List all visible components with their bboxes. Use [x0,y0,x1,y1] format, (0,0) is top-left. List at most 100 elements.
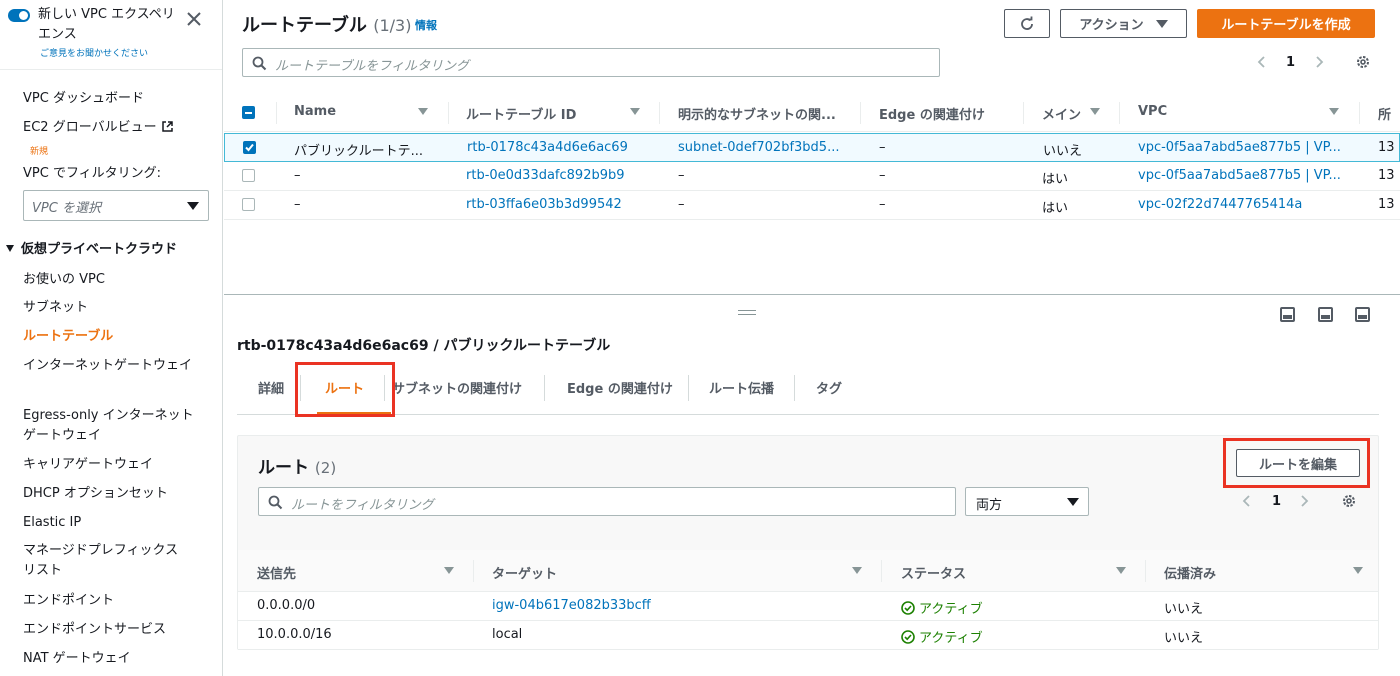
cell-route-table-id[interactable]: rtb-0178c43a4d6e6ac69 [467,140,628,155]
chevron-right-icon[interactable] [1312,55,1326,69]
row-checkbox[interactable] [242,169,255,182]
status-text: アクティブ [919,631,983,646]
column-header-vpc[interactable]: VPC [1138,104,1167,119]
settings-gear-icon[interactable] [1355,54,1371,70]
column-header-route-table-id[interactable]: ルートテーブル ID [466,104,576,123]
cell-vpc[interactable]: vpc-0f5aa7abd5ae877b5 | VP... [1138,168,1341,183]
select-all-checkbox[interactable] [242,106,255,119]
tab-route-propagation[interactable]: ルート伝播 [709,378,774,397]
direction-select[interactable]: 両方 [965,487,1089,516]
row-checkbox[interactable] [242,198,255,211]
info-link[interactable]: 情報 [415,17,437,33]
close-icon[interactable] [185,10,203,28]
column-header-destination[interactable]: 送信先 [257,563,296,582]
table-row[interactable]: – rtb-03ffa6e03b3d99542 – – はい vpc-02f22… [224,191,1400,220]
table-row[interactable]: パブリックルートテ... rtb-0178c43a4d6e6ac69 subne… [224,133,1400,162]
chevron-right-icon[interactable] [1297,494,1311,508]
section-virtual-private-cloud[interactable]: 仮想プライベートクラウド [6,240,177,260]
sort-icon[interactable] [630,108,640,115]
cell-vpc[interactable]: vpc-0f5aa7abd5ae877b5 | VP... [1138,140,1341,155]
cell-main: いいえ [1043,144,1083,159]
panel-side-icon[interactable] [1318,307,1333,322]
cell-owner: 13 [1378,140,1395,155]
success-check-icon [901,630,915,644]
collapse-caret-icon [6,245,14,252]
sidebar-item-endpoint-services[interactable]: エンドポイントサービス [23,620,166,640]
edit-routes-highlight [1223,438,1370,488]
sort-icon[interactable] [1090,108,1100,115]
new-experience-toggle[interactable] [8,9,30,22]
panel-hide-icon[interactable] [1355,307,1370,322]
cell-subnet[interactable]: subnet-0def702bf3bd5... [678,140,839,155]
sidebar-item-nat-gateways[interactable]: NAT ゲートウェイ [23,649,131,669]
settings-gear-icon[interactable] [1341,493,1357,509]
cell-owner: 13 [1378,168,1395,183]
sidebar-item-egress-only-igw[interactable]: Egress-only インターネットゲートウェイ [23,406,198,446]
row-checkbox[interactable] [243,141,256,154]
feedback-link[interactable]: ご意見をお聞かせください [40,46,148,59]
tab-details[interactable]: 詳細 [258,378,284,397]
cell-target[interactable]: igw-04b617e082b33bcff [492,598,651,613]
cell-route-table-id[interactable]: rtb-0e0d33dafc892b9b9 [466,168,625,183]
sidebar-item-carrier-gateways[interactable]: キャリアゲートウェイ [23,455,153,475]
tab-edge-associations[interactable]: Edge の関連付け [567,378,673,397]
panel-bottom-icon[interactable] [1280,307,1295,322]
column-header-propagated[interactable]: 伝播済み [1164,563,1216,582]
actions-button[interactable]: アクション [1060,9,1187,38]
routes-count: (2) [314,459,337,477]
column-header-name[interactable]: Name [294,104,336,119]
cell-edge: – [879,168,886,183]
new-experience-title: 新しい VPC エクスペリエンス [38,7,175,42]
actions-label: アクション [1079,18,1144,33]
routes-title-text: ルート [258,458,309,478]
table-row[interactable]: – rtb-0e0d33dafc892b9b9 – – はい vpc-0f5aa… [224,162,1400,191]
sort-icon[interactable] [444,567,454,574]
success-check-icon [901,601,915,615]
column-header-explicit-subnet[interactable]: 明示的なサブネットの関... [678,104,836,123]
sort-icon[interactable] [852,567,862,574]
sidebar-item-managed-prefix-lists[interactable]: マネージドプレフィックスリスト [23,541,188,581]
column-header-status[interactable]: ステータス [901,563,966,582]
vpc-filter-select[interactable]: VPC を選択 [23,190,209,221]
sort-icon[interactable] [1116,567,1126,574]
chevron-left-icon[interactable] [1240,494,1254,508]
create-route-table-button[interactable]: ルートテーブルを作成 [1197,9,1375,38]
column-header-owner[interactable]: 所 [1378,104,1391,123]
resize-handle-icon[interactable] [738,310,756,315]
column-header-target[interactable]: ターゲット [492,563,557,582]
sidebar-item-endpoints[interactable]: エンドポイント [23,591,114,611]
cell-target: local [492,627,523,642]
sidebar-item-route-tables[interactable]: ルートテーブル [23,327,113,347]
page-number[interactable]: 1 [1272,494,1281,509]
section-title: 仮想プライベートクラウド [21,242,178,257]
chevron-left-icon[interactable] [1255,55,1269,69]
cell-propagated: いいえ [1164,602,1204,617]
page-number[interactable]: 1 [1286,55,1295,70]
sidebar-item-internet-gateways[interactable]: インターネットゲートウェイ [23,356,193,376]
sidebar-item-ec2-global-view[interactable]: EC2 グローバルビュー [23,118,174,138]
sidebar-item-elastic-ip[interactable]: Elastic IP [23,513,81,533]
refresh-button[interactable] [1004,9,1050,38]
sort-icon[interactable] [418,108,428,115]
sidebar-item-vpc-dashboard[interactable]: VPC ダッシュボード [23,89,144,109]
status-text: アクティブ [919,602,983,617]
new-experience-panel: 新しい VPC エクスペリエンス ご意見をお聞かせください [0,0,222,70]
cell-destination: 0.0.0.0/0 [257,598,316,613]
column-header-main[interactable]: メイン [1042,104,1081,123]
cell-main: はい [1042,172,1069,187]
sidebar-item-dhcp-options[interactable]: DHCP オプションセット [23,484,168,504]
vpc-select-placeholder: VPC を選択 [32,201,101,216]
sidebar-item-your-vpcs[interactable]: お使いの VPC [23,270,105,290]
route-table-filter-input[interactable]: ルートテーブルをフィルタリング [242,48,940,77]
column-header-edge-associations[interactable]: Edge の関連付け [879,104,985,123]
cell-name: パブリックルートテ... [294,144,424,159]
sort-icon[interactable] [1353,567,1363,574]
tab-tags[interactable]: タグ [816,378,842,397]
sidebar-item-subnets[interactable]: サブネット [23,298,88,318]
tab-subnet-associations[interactable]: サブネットの関連付け [392,378,522,397]
cell-vpc[interactable]: vpc-02f22d7447765414a [1138,197,1302,212]
cell-main: はい [1042,201,1069,216]
cell-route-table-id[interactable]: rtb-03ffa6e03b3d99542 [466,197,622,212]
sort-icon[interactable] [1329,108,1339,115]
routes-filter-input[interactable]: ルートをフィルタリング [258,487,956,516]
